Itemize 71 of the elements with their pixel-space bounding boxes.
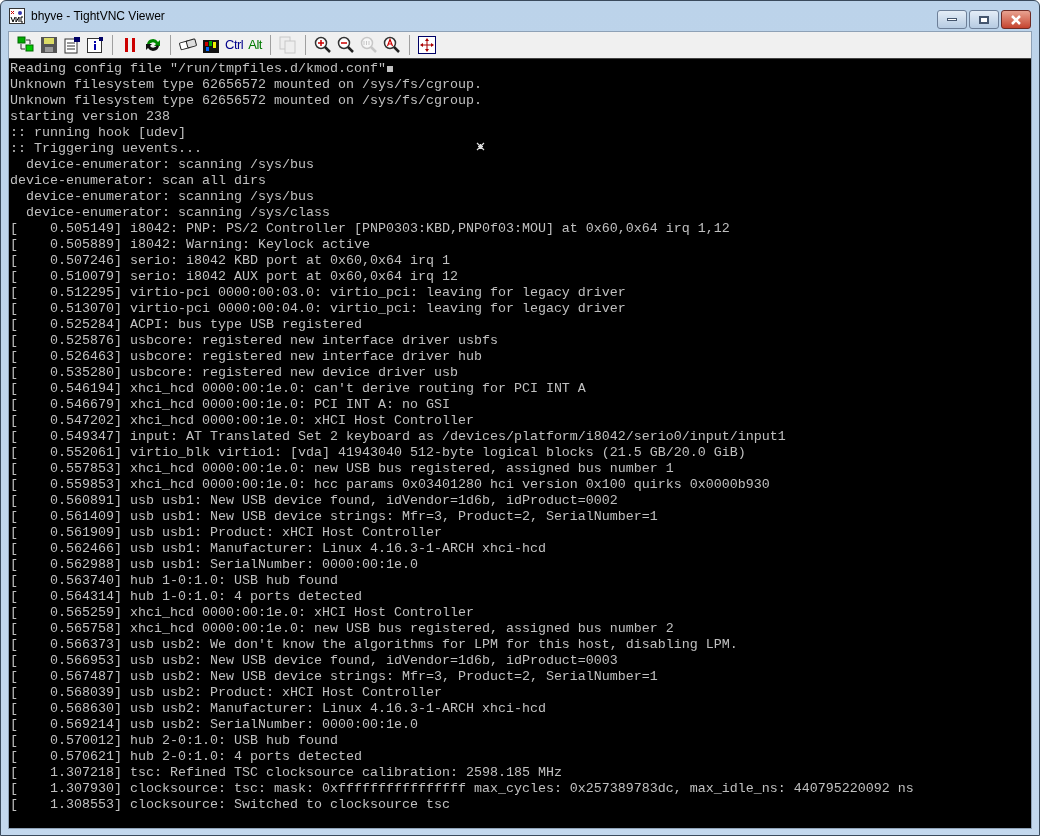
console-line: [ 0.546679] xhci_hcd 0000:00:1e.0: PCI INT A: no GSI <box>10 397 450 413</box>
close-icon <box>1010 14 1022 25</box>
console-line: [ 0.563740] hub 1-0:1.0: USB hub found <box>10 573 338 589</box>
console-line: [ 0.525284] ACPI: bus type USB registered <box>10 317 362 333</box>
console-line: [ 0.569214] usb usb2: SerialNumber: 0000:00:1e.0 <box>10 717 418 733</box>
toolbar-button[interactable]: Ctrl <box>223 34 246 56</box>
console-line: [ 0.547202] xhci_hcd 0000:00:1e.0: xHCI Host Controller <box>10 413 474 429</box>
close-button[interactable] <box>1001 10 1031 29</box>
save-icon <box>40 36 58 54</box>
copy-icon <box>278 36 297 54</box>
console-line: [ 0.513070] virtio-pci 0000:00:04.0: virtio_pci: leaving for legacy driver <box>10 301 626 317</box>
fullscreen-icon <box>417 36 436 54</box>
maximize-button[interactable] <box>969 10 999 29</box>
pointer-icon <box>476 142 485 151</box>
toolbar-button[interactable] <box>415 34 438 56</box>
console-line: [ 0.549347] input: AT Translated Set 2 keyboard as /devices/platform/i8042/serio0/input/input1 <box>10 429 786 445</box>
console-line: [ 0.561909] usb usb1: Product: xHCI Host Controller <box>10 525 442 541</box>
console-line: [ 0.562466] usb usb1: Manufacturer: Linux 4.16.3-1-ARCH xhci-hcd <box>10 541 546 557</box>
console-line: [ 0.525876] usbcore: registered new interface driver usbfs <box>10 333 498 349</box>
connection-icon <box>17 36 35 54</box>
console-line: [ 0.562988] usb usb1: SerialNumber: 0000:00:1e.0 <box>10 557 418 573</box>
console-line: [ 0.505889] i8042: Warning: Keylock active <box>10 237 370 253</box>
console-line: [ 0.546194] xhci_hcd 0000:00:1e.0: can't derive routing for PCI INT A <box>10 381 586 397</box>
console-line: [ 0.565758] xhci_hcd 0000:00:1e.0: new USB bus registered, assigned bus number 2 <box>10 621 674 637</box>
info-icon <box>86 36 104 54</box>
console-line: device-enumerator: scanning /sys/bus <box>25 157 314 173</box>
console-line: [ 0.564314] hub 1-0:1.0: 4 ports detected <box>10 589 362 605</box>
toolbar-button[interactable] <box>84 34 106 56</box>
console-line: Unknown filesystem type 62656572 mounted on /sys/fs/cgroup. <box>10 77 482 93</box>
console-line: [ 0.566373] usb usb2: We don't know the algorithms for LPM for this host, disabling LPM. <box>10 637 738 653</box>
toolbar-button[interactable]: Alt <box>246 34 264 56</box>
console-line: [ 0.510079] serio: i8042 AUX port at 0x60,0x64 irq 12 <box>10 269 458 285</box>
zoom-icon <box>359 36 378 54</box>
console-line: [ 0.570012] hub 2-0:1.0: USB hub found <box>10 733 338 749</box>
console-line: [ 0.557853] xhci_hcd 0000:00:1e.0: new USB bus registered, assigned bus number 1 <box>10 461 674 477</box>
minimize-button[interactable] <box>937 10 967 29</box>
console-line: [ 0.566953] usb usb2: New USB device found, idVendor=1d6b, idProduct=0003 <box>10 653 618 669</box>
zoom-icon <box>382 36 401 54</box>
console-line: [ 0.505149] i8042: PNP: PS/2 Controller [PNP0303:KBD,PNP0f03:MOU] at 0x60,0x64 irq 1,12 <box>10 221 730 237</box>
console-line: [ 0.507246] serio: i8042 KBD port at 0x60,0x64 irq 1 <box>10 253 450 269</box>
console-line: [ 0.561409] usb usb1: New USB device strings: Mfr=3, Product=2, SerialNumber=1 <box>10 509 658 525</box>
refresh-icon <box>144 36 162 54</box>
console-line: [ 0.560891] usb usb1: New USB device found, idVendor=1d6b, idProduct=0002 <box>10 493 618 509</box>
zoom-in-icon <box>313 36 332 54</box>
console-line: [ 0.559853] xhci_hcd 0000:00:1e.0: hcc params 0x03401280 hci version 0x100 quirks 0x0000b930 <box>10 477 770 493</box>
console-line: :: running hook [udev] <box>10 125 186 141</box>
console-line: Unknown filesystem type 62656572 mounted on /sys/fs/cgroup. <box>10 93 482 109</box>
console-line: [ 0.526463] usbcore: registered new interface driver hub <box>10 349 482 365</box>
window-title: bhyve - TightVNC Viewer <box>31 8 165 25</box>
toolbar-button[interactable] <box>61 34 83 56</box>
console-line: [ 0.512295] virtio-pci 0000:00:03.0: virtio_pci: leaving for legacy driver <box>10 285 626 301</box>
console-line: starting version 238 <box>10 109 170 125</box>
document-icon <box>63 36 81 54</box>
console-line: device-enumerator: scanning /sys/bus <box>25 189 314 205</box>
console-line: [ 0.568039] usb usb2: Product: xHCI Host Controller <box>10 685 442 701</box>
console-line: [ 0.568630] usb usb2: Manufacturer: Linux 4.16.3-1-ARCH xhci-hcd <box>10 701 546 717</box>
console-line: [ 0.570621] hub 2-0:1.0: 4 ports detected <box>10 749 362 765</box>
console-line: [ 0.552061] virtio_blk virtio1: [vda] 41943040 512-byte logical blocks (21.5 GB/20.0 GiB) <box>10 445 746 461</box>
console-line: [ 1.307930] clocksource: tsc: mask: 0xffffffffffffffff max_cycles: 0x257389783dc, max_idle_ns: 440795220092 ns <box>10 781 914 797</box>
console-line: device-enumerator: scan all dirs <box>10 173 266 189</box>
toolbar-button[interactable] <box>38 34 60 56</box>
console-line: Reading config file "/run/tmpfiles.d/kmod.conf" <box>10 61 386 77</box>
console-line: [ 0.565259] xhci_hcd 0000:00:1e.0: xHCI Host Controller <box>10 605 474 621</box>
console-line: device-enumerator: scanning /sys/class <box>25 205 330 221</box>
console-line: [ 1.308553] clocksource: Switched to clocksource tsc <box>10 797 450 813</box>
app-icon <box>9 8 25 24</box>
console-line: [ 1.307218] tsc: Refined TSC clocksource calibration: 2598.185 MHz <box>10 765 562 781</box>
console-line: [ 0.535280] usbcore: registered new device driver usb <box>10 365 458 381</box>
console-line: [ 0.567487] usb usb2: New USB device strings: Mfr=3, Product=2, SerialNumber=1 <box>10 669 658 685</box>
console-line: :: Triggering uevents... <box>10 141 202 157</box>
zoom-out-icon <box>336 36 355 54</box>
